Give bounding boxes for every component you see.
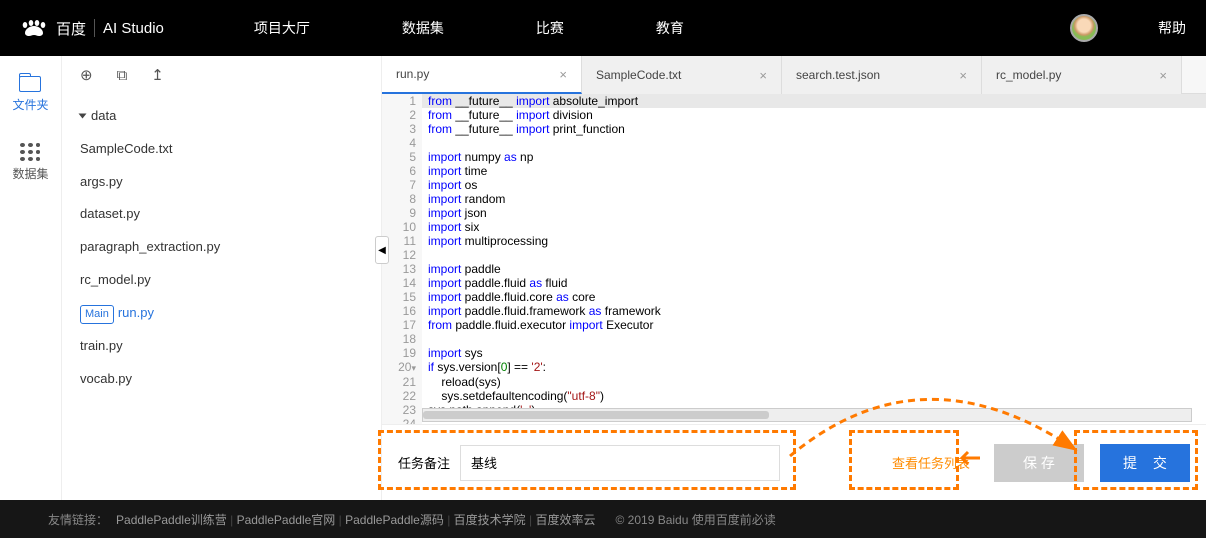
nav-links: 项目大厅 数据集 比赛 教育 (254, 18, 684, 38)
left-rail: 文件夹 数据集 (0, 56, 62, 500)
help-link[interactable]: 帮助 (1158, 18, 1186, 38)
code-line[interactable]: 6import time (382, 164, 1206, 178)
file-paragraph[interactable]: paragraph_extraction.py (62, 231, 381, 264)
rail-dataset[interactable]: 数据集 (12, 143, 48, 182)
footer-link[interactable]: PaddlePaddle源码 (345, 513, 444, 527)
close-icon[interactable]: × (1159, 68, 1167, 83)
code-line[interactable]: 5import numpy as np (382, 150, 1206, 164)
topnav: 百度 AI Studio 项目大厅 数据集 比赛 教育 帮助 (0, 0, 1206, 56)
code-line[interactable]: 14import paddle.fluid as fluid (382, 276, 1206, 290)
code-line[interactable]: 9import json (382, 206, 1206, 220)
editor-pane: ◀ run.py×SampleCode.txt×search.test.json… (382, 56, 1206, 500)
close-icon[interactable]: × (959, 68, 967, 83)
code-line[interactable]: 22 sys.setdefaultencoding("utf-8") (382, 389, 1206, 403)
view-tasks-link[interactable]: 查看任务列表 (892, 453, 970, 472)
nav-item-datasets[interactable]: 数据集 (402, 18, 444, 38)
rail-files[interactable]: 文件夹 (12, 76, 48, 113)
code-line[interactable]: 13import paddle (382, 262, 1206, 276)
code-line[interactable]: 12 (382, 248, 1206, 262)
dataset-icon (20, 143, 40, 161)
code-line[interactable]: 16import paddle.fluid.framework as frame… (382, 304, 1206, 318)
nav-right: 帮助 (1070, 14, 1186, 42)
new-file-icon[interactable]: ⊕ (80, 66, 93, 84)
collapse-sidebar-icon[interactable]: ◀ (375, 236, 389, 264)
code-line[interactable]: 20▾if sys.version[0] == '2': (382, 360, 1206, 375)
close-icon[interactable]: × (759, 68, 767, 83)
remark-label: 任务备注 (398, 453, 450, 472)
nav-item-education[interactable]: 教育 (656, 18, 684, 38)
footer-link[interactable]: PaddlePaddle官网 (237, 513, 336, 527)
code-line[interactable]: 19import sys (382, 346, 1206, 360)
code-line[interactable]: 3from __future__ import print_function (382, 122, 1206, 136)
file-tree: data SampleCode.txt args.py dataset.py p… (62, 94, 381, 402)
tab-rc_model-py[interactable]: rc_model.py× (982, 56, 1182, 94)
code-line[interactable]: 4 (382, 136, 1206, 150)
code-line[interactable]: 11import multiprocessing (382, 234, 1206, 248)
code-editor[interactable]: 1from __future__ import absolute_import2… (382, 94, 1206, 424)
main-badge: Main (80, 305, 114, 325)
task-remark: 任务备注 (398, 445, 780, 481)
footer-link[interactable]: PaddlePaddle训练营 (116, 513, 227, 527)
file-train[interactable]: train.py (62, 330, 381, 363)
tab-SampleCode-txt[interactable]: SampleCode.txt× (582, 56, 782, 94)
file-run[interactable]: Mainrun.py (62, 297, 381, 331)
code-line[interactable]: 18 (382, 332, 1206, 346)
folder-data[interactable]: data (62, 100, 381, 133)
chevron-down-icon (79, 114, 87, 119)
nav-item-competition[interactable]: 比赛 (536, 18, 564, 38)
nav-item-projects[interactable]: 项目大厅 (254, 18, 310, 38)
remark-input[interactable] (460, 445, 780, 481)
file-vocab[interactable]: vocab.py (62, 363, 381, 396)
divider-icon (94, 19, 95, 37)
footer: 友情链接： PaddlePaddle训练营 | PaddlePaddle官网 |… (0, 500, 1206, 538)
tab-search-test-json[interactable]: search.test.json× (782, 56, 982, 94)
code-line[interactable]: 8import random (382, 192, 1206, 206)
submit-button[interactable]: 提 交 (1100, 444, 1190, 482)
tab-run-py[interactable]: run.py× (382, 56, 582, 94)
file-dataset[interactable]: dataset.py (62, 198, 381, 231)
save-button[interactable]: 保 存 (994, 444, 1084, 482)
code-line[interactable]: 2from __future__ import division (382, 108, 1206, 122)
action-bar: 任务备注 查看任务列表 保 存 提 交 (382, 424, 1206, 500)
footer-link[interactable]: 百度技术学院 (454, 513, 526, 527)
code-line[interactable]: 7import os (382, 178, 1206, 192)
new-folder-icon[interactable]: ⧉ (117, 67, 128, 84)
code-line[interactable]: 15import paddle.fluid.core as core (382, 290, 1206, 304)
file-args[interactable]: args.py (62, 166, 381, 199)
code-line[interactable]: 17from paddle.fluid.executor import Exec… (382, 318, 1206, 332)
footer-copyright: © 2019 Baidu 使用百度前必读 (616, 511, 776, 528)
code-line[interactable]: 10import six (382, 220, 1206, 234)
sidebar-tools: ⊕ ⧉ ↥ (62, 56, 381, 94)
logo[interactable]: 百度 AI Studio (20, 18, 164, 39)
baidu-paw-icon (20, 20, 48, 36)
horizontal-scrollbar[interactable] (422, 408, 1192, 422)
file-rcmodel[interactable]: rc_model.py (62, 264, 381, 297)
file-sample[interactable]: SampleCode.txt (62, 133, 381, 166)
code-line[interactable]: 21 reload(sys) (382, 375, 1206, 389)
brand-main: 百度 (56, 18, 86, 39)
code-line[interactable]: 1from __future__ import absolute_import (382, 94, 1206, 108)
main: 文件夹 数据集 ⊕ ⧉ ↥ data SampleCode.txt args.p… (0, 56, 1206, 500)
file-sidebar: ⊕ ⧉ ↥ data SampleCode.txt args.py datase… (62, 56, 382, 500)
close-icon[interactable]: × (559, 67, 567, 82)
footer-label: 友情链接： (48, 511, 108, 528)
brand-sub: AI Studio (103, 20, 164, 37)
upload-icon[interactable]: ↥ (151, 66, 164, 84)
footer-link[interactable]: 百度效率云 (535, 513, 595, 527)
avatar[interactable] (1070, 14, 1098, 42)
editor-tabs: run.py×SampleCode.txt×search.test.json×r… (382, 56, 1206, 94)
folder-icon (19, 76, 41, 92)
